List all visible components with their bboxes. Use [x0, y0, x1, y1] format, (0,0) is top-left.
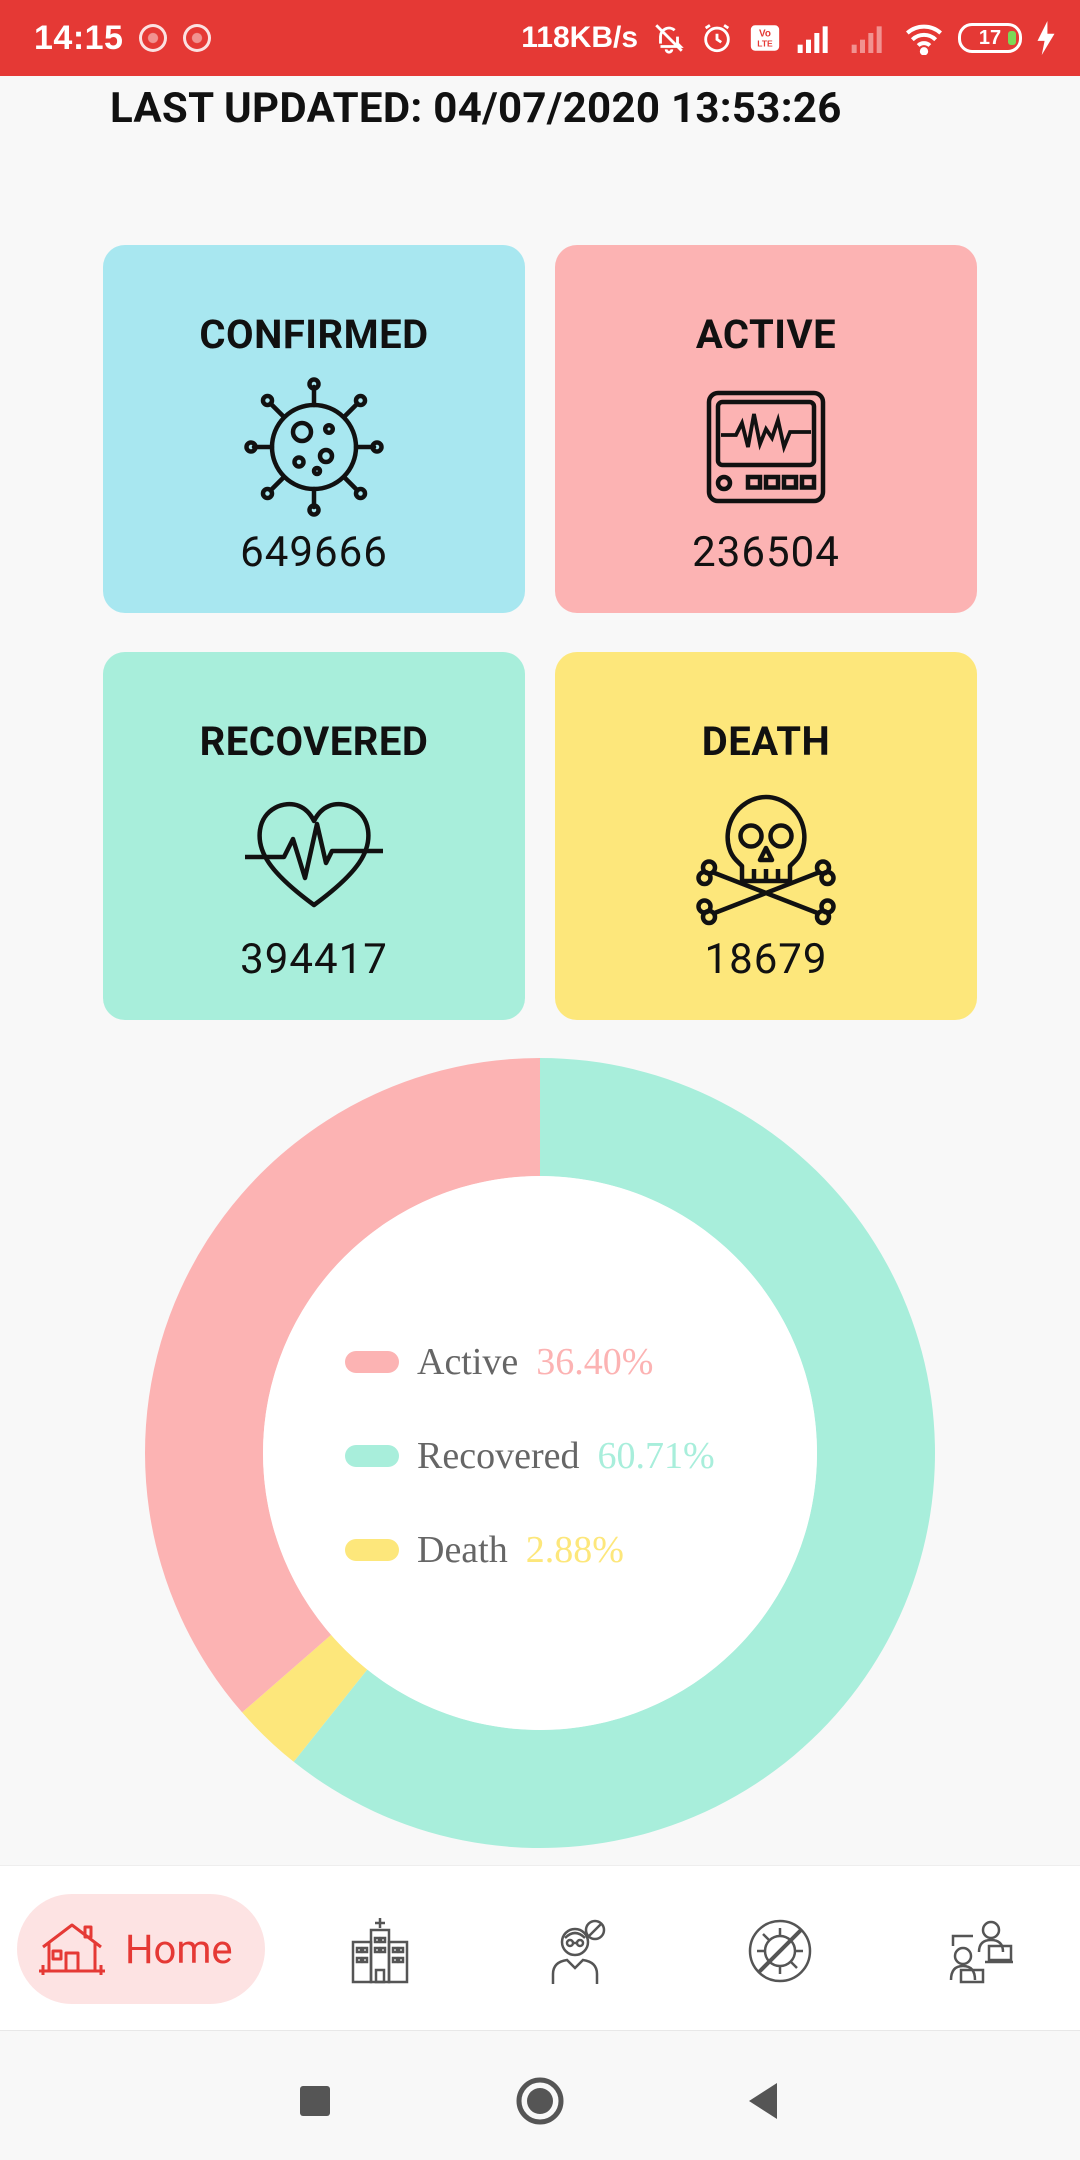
heartbeat-icon	[245, 802, 383, 908]
card-title: ACTIVE	[695, 311, 837, 358]
bottom-navigation: Home	[0, 1865, 1080, 2030]
legend-item: Death 2.88%	[345, 1503, 715, 1597]
notification-icon	[139, 24, 168, 52]
recent-apps-button[interactable]	[285, 2071, 345, 2131]
legend-percentage: 36.40%	[536, 1341, 654, 1383]
legend-swatch	[345, 1539, 399, 1561]
legend-swatch	[345, 1351, 399, 1373]
alarm-icon	[704, 24, 730, 53]
notification-icon	[183, 24, 212, 52]
chart-legend: Active 36.40% Recovered 60.71% Death 2.88%	[345, 1315, 715, 1597]
hospital-icon[interactable]	[345, 1916, 415, 1986]
status-time: 14:15	[34, 18, 124, 57]
skull-icon	[696, 794, 836, 926]
legend-swatch	[345, 1445, 399, 1467]
wifi-icon	[906, 24, 942, 55]
nav-home-button[interactable]: Home	[17, 1894, 265, 2004]
home-icon	[39, 1923, 105, 1975]
status-bar: 14:15 118KB/s Vo LTE 17	[0, 0, 1080, 76]
recovered-card[interactable]: RECOVERED 394417	[103, 652, 525, 1020]
battery-icon: 17	[958, 23, 1022, 53]
nav-home-label: Home	[125, 1925, 233, 1973]
last-updated: LAST UPDATED: 04/07/2020 13:53:26	[110, 84, 842, 133]
card-title: CONFIRMED	[199, 311, 429, 358]
back-button[interactable]	[735, 2071, 795, 2131]
recovered-count: 394417	[240, 935, 388, 984]
bell-off-icon	[655, 24, 684, 54]
volte-icon: VoLTE	[750, 25, 780, 51]
monitor-icon	[706, 390, 826, 504]
card-title: DEATH	[701, 718, 831, 765]
svg-text:LTE: LTE	[757, 39, 773, 49]
legend-percentage: 2.88%	[525, 1529, 624, 1571]
card-title: RECOVERED	[199, 718, 429, 765]
home-button[interactable]	[510, 2071, 570, 2131]
legend-label: Death	[417, 1529, 508, 1571]
charging-icon	[1037, 21, 1055, 55]
doctor-icon[interactable]	[543, 1916, 613, 1986]
death-count: 18679	[704, 935, 828, 984]
legend-percentage: 60.71%	[597, 1435, 715, 1477]
death-card[interactable]: DEATH 18679	[555, 652, 977, 1020]
legend-label: Active	[417, 1341, 519, 1383]
confirmed-card[interactable]: CONFIRMED 649666	[103, 245, 525, 613]
active-count: 236504	[692, 528, 840, 577]
legend-item: Recovered 60.71%	[345, 1409, 715, 1503]
network-speed: 118KB/s	[521, 21, 638, 54]
virus-icon	[244, 377, 384, 517]
system-navigation-bar	[0, 2030, 1080, 2160]
battery-level: 17	[978, 26, 1002, 49]
legend-label: Recovered	[417, 1435, 580, 1477]
active-card[interactable]: ACTIVE 236504	[555, 245, 977, 613]
no-virus-icon[interactable]	[745, 1916, 815, 1986]
confirmed-count: 649666	[240, 528, 388, 577]
legend-item: Active 36.40%	[345, 1315, 715, 1409]
remote-work-icon[interactable]	[945, 1916, 1015, 1986]
signal-weak-icon	[851, 26, 882, 53]
signal-icon	[797, 26, 828, 53]
